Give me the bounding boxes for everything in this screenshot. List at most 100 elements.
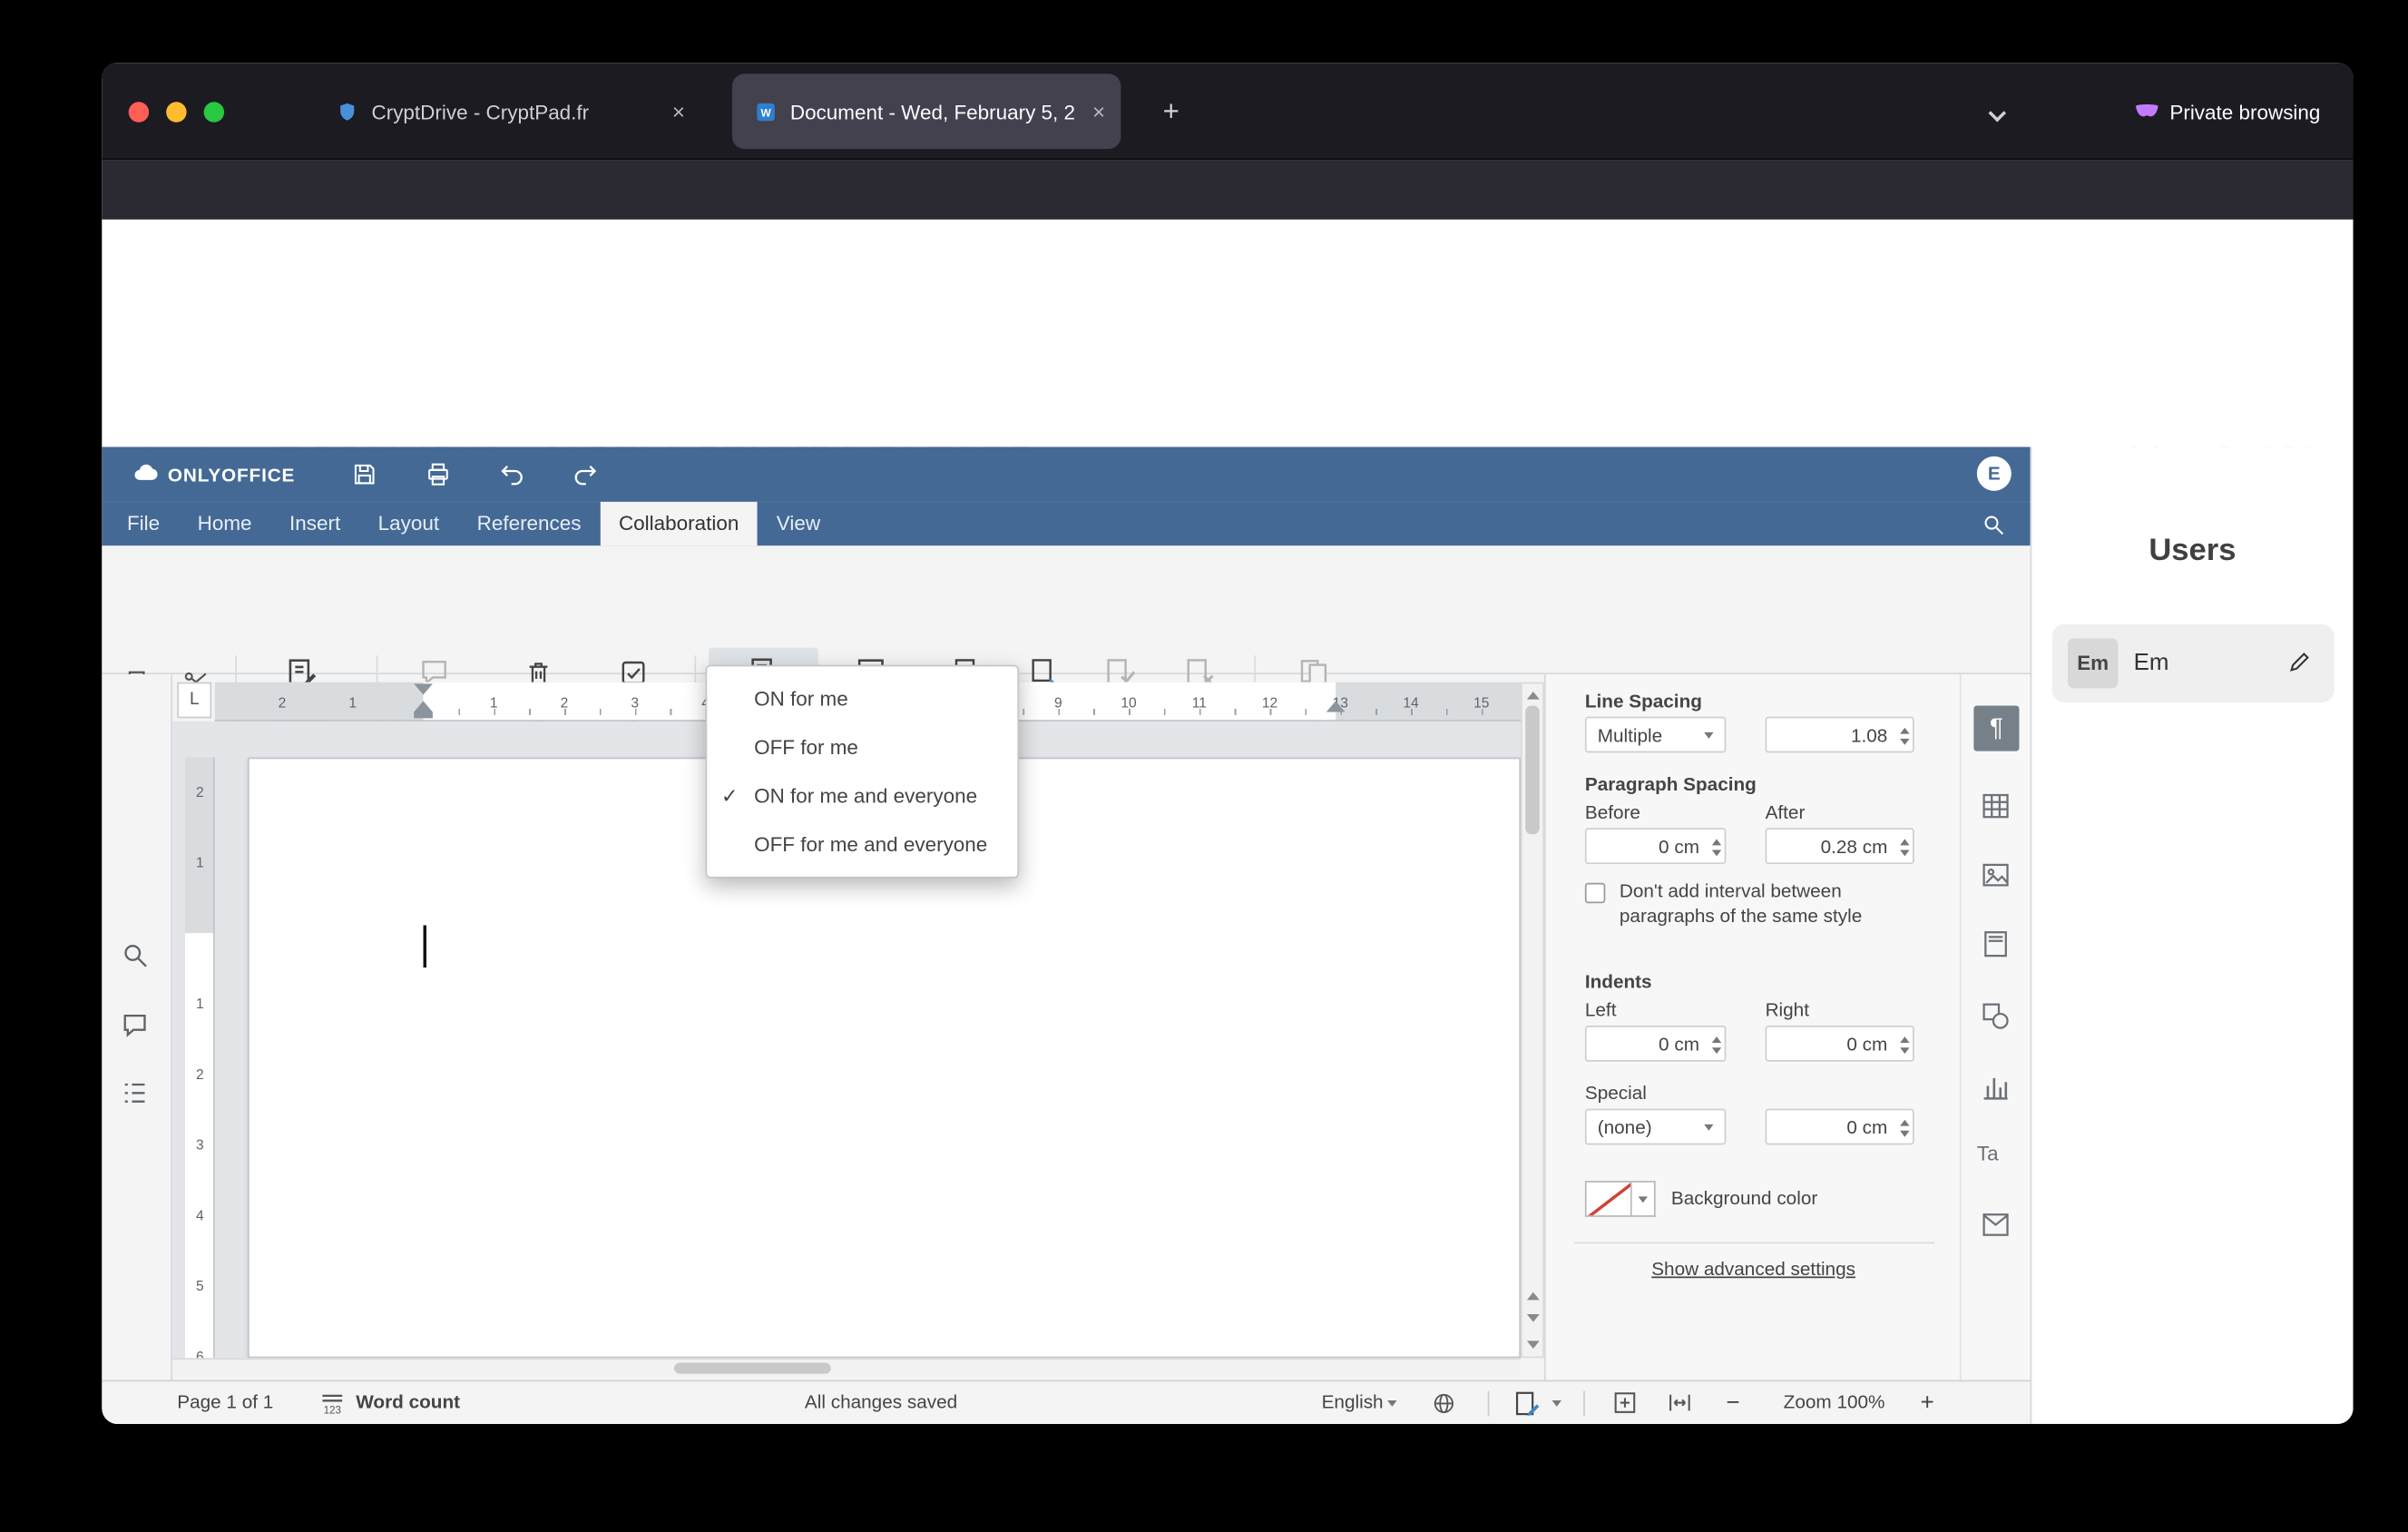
panel-divider bbox=[1573, 1242, 1935, 1244]
menu-tab-references[interactable]: References bbox=[458, 502, 600, 545]
ruler-number: 1 bbox=[348, 694, 357, 711]
line-spacing-mode-select[interactable]: Multiple bbox=[1584, 716, 1727, 753]
changes-saved-label: All changes saved bbox=[804, 1390, 958, 1413]
previous-page-button[interactable] bbox=[1526, 1291, 1540, 1301]
spinner-arrows[interactable] bbox=[1900, 723, 1910, 750]
line-spacing-value-spinner[interactable]: 1.08 bbox=[1765, 716, 1914, 753]
redo-icon[interactable] bbox=[571, 461, 599, 489]
vertical-scrollbar[interactable] bbox=[1521, 682, 1544, 1359]
comments-panel-icon[interactable] bbox=[121, 1011, 149, 1039]
menu-item-on-for-me[interactable]: ON for me bbox=[707, 674, 1017, 723]
indent-right-spinner[interactable]: 0 cm bbox=[1765, 1026, 1914, 1062]
traffic-close-button[interactable] bbox=[128, 102, 150, 123]
indent-left-spinner[interactable]: 0 cm bbox=[1584, 1026, 1727, 1062]
traffic-zoom-button[interactable] bbox=[203, 102, 225, 123]
table-settings-icon[interactable] bbox=[1980, 791, 2012, 822]
editor-search-icon[interactable] bbox=[1982, 513, 2005, 536]
spacing-after-spinner[interactable]: 0.28 cm bbox=[1765, 828, 1914, 865]
spellcheck-globe-icon[interactable] bbox=[1432, 1391, 1457, 1417]
spacing-before-spinner[interactable]: 0 cm bbox=[1584, 828, 1727, 865]
ruler-number: 5 bbox=[195, 1278, 204, 1294]
ruler-number: 10 bbox=[1121, 694, 1137, 711]
scroll-up-arrow[interactable] bbox=[1526, 691, 1540, 700]
advanced-settings-link[interactable]: Show advanced settings bbox=[1546, 1258, 1962, 1280]
private-browsing-label: Private browsing bbox=[2169, 100, 2321, 124]
tab-document[interactable]: W Document - Wed, February 5, 2 × bbox=[731, 74, 1121, 150]
no-interval-checkbox[interactable] bbox=[1584, 882, 1606, 904]
horizontal-scroll-thumb[interactable] bbox=[673, 1362, 831, 1374]
screen: CryptDrive - CryptPad.fr × W Document - … bbox=[0, 0, 2408, 1532]
ruler-number: 3 bbox=[195, 1136, 204, 1153]
tab-overflow-chevron-icon[interactable] bbox=[1988, 103, 2007, 132]
horizontal-scrollbar[interactable] bbox=[172, 1358, 1522, 1378]
menu-tab-home[interactable]: Home bbox=[179, 502, 270, 545]
find-icon[interactable] bbox=[121, 941, 149, 969]
text-art-settings-icon[interactable]: Ta bbox=[1977, 1142, 1999, 1165]
menu-item-on-for-everyone[interactable]: ✓ ON for me and everyone bbox=[707, 771, 1017, 820]
ruler-number: 2 bbox=[278, 694, 287, 711]
paragraph-settings-icon[interactable]: ¶ bbox=[1973, 705, 2020, 751]
background-color-dropdown[interactable] bbox=[1631, 1181, 1656, 1217]
header-footer-settings-icon[interactable] bbox=[1980, 928, 2012, 960]
left-indent-marker[interactable] bbox=[414, 712, 433, 719]
track-changes-status-icon[interactable] bbox=[1512, 1390, 1541, 1418]
onlyoffice-brand-label: ONLYOFFICE bbox=[167, 463, 296, 486]
spinner-arrows[interactable] bbox=[1900, 1115, 1910, 1142]
special-select[interactable]: (none) bbox=[1584, 1108, 1727, 1145]
print-icon[interactable] bbox=[425, 461, 451, 487]
image-settings-icon[interactable] bbox=[1980, 859, 2012, 891]
menu-tab-collaboration[interactable]: Collaboration bbox=[600, 501, 759, 546]
tab-close-icon[interactable]: × bbox=[1090, 99, 1121, 124]
mail-merge-icon[interactable] bbox=[1980, 1211, 2012, 1239]
menu-tab-layout[interactable]: Layout bbox=[359, 502, 458, 545]
save-icon[interactable] bbox=[351, 461, 377, 487]
menu-item-off-for-everyone[interactable]: OFF for me and everyone bbox=[707, 820, 1017, 869]
zoom-out-button[interactable]: − bbox=[1726, 1381, 1739, 1424]
menu-item-off-for-me[interactable]: OFF for me bbox=[707, 723, 1017, 772]
spinner-arrows[interactable] bbox=[1900, 1032, 1910, 1058]
edit-name-pencil-icon[interactable] bbox=[2287, 649, 2313, 674]
spinner-arrows[interactable] bbox=[1711, 834, 1722, 860]
menu-tab-file[interactable]: File bbox=[108, 502, 179, 545]
tab-title: CryptDrive - CryptPad.fr bbox=[371, 99, 590, 123]
tab-title: Document - Wed, February 5, 2 bbox=[789, 99, 1076, 123]
shape-settings-icon[interactable] bbox=[1980, 1000, 2012, 1032]
hanging-indent-marker[interactable] bbox=[414, 701, 433, 712]
collaborator-avatar[interactable]: E bbox=[1976, 456, 2012, 491]
zoom-level-label[interactable]: Zoom 100% bbox=[1764, 1381, 1905, 1424]
spinner-arrows[interactable] bbox=[1711, 1032, 1722, 1058]
undo-icon[interactable] bbox=[498, 461, 526, 489]
tab-stop-selector[interactable]: L bbox=[177, 682, 212, 719]
fit-page-icon[interactable] bbox=[1611, 1390, 1638, 1416]
page-count-label[interactable]: Page 1 of 1 bbox=[177, 1381, 273, 1424]
traffic-minimize-button[interactable] bbox=[166, 102, 187, 123]
user-list-item[interactable]: Em Em bbox=[2051, 624, 2335, 703]
after-label: After bbox=[1765, 800, 1806, 824]
zoom-in-button[interactable]: + bbox=[1921, 1381, 1934, 1424]
spinner-arrows[interactable] bbox=[1900, 834, 1910, 860]
vertical-scroll-thumb[interactable] bbox=[1525, 705, 1540, 835]
special-amount-spinner[interactable]: 0 cm bbox=[1765, 1108, 1914, 1145]
right-indent-marker[interactable] bbox=[1326, 701, 1346, 712]
no-interval-label-line1: Don't add interval between bbox=[1619, 879, 1842, 902]
paragraph-spacing-header: Paragraph Spacing bbox=[1584, 772, 1757, 796]
menu-tab-view[interactable]: View bbox=[758, 502, 839, 545]
first-line-indent-marker[interactable] bbox=[414, 683, 433, 695]
new-tab-button[interactable]: + bbox=[1150, 89, 1193, 133]
vertical-ruler[interactable]: 2 1 1 2 3 4 5 6 bbox=[184, 757, 215, 1361]
scroll-down-arrow[interactable] bbox=[1526, 1340, 1540, 1349]
tab-cryptdrive[interactable]: CryptDrive - CryptPad.fr × bbox=[314, 74, 701, 149]
language-selector[interactable]: English bbox=[1322, 1381, 1398, 1424]
navigation-headings-icon[interactable] bbox=[121, 1079, 149, 1107]
fit-width-icon[interactable] bbox=[1667, 1390, 1693, 1416]
users-sidebar: Users Em Em bbox=[2030, 447, 2354, 1424]
chart-settings-icon[interactable] bbox=[1980, 1071, 2012, 1103]
word-count-label[interactable]: Word count bbox=[356, 1381, 460, 1424]
track-status-chevron[interactable] bbox=[1547, 1381, 1561, 1424]
tab-close-icon[interactable]: × bbox=[669, 99, 700, 124]
next-page-button[interactable] bbox=[1526, 1313, 1540, 1322]
doc-favicon: W bbox=[754, 100, 778, 123]
background-color-swatch[interactable] bbox=[1584, 1181, 1632, 1217]
menu-tab-insert[interactable]: Insert bbox=[270, 502, 359, 545]
ruler-number: 12 bbox=[1261, 694, 1278, 711]
